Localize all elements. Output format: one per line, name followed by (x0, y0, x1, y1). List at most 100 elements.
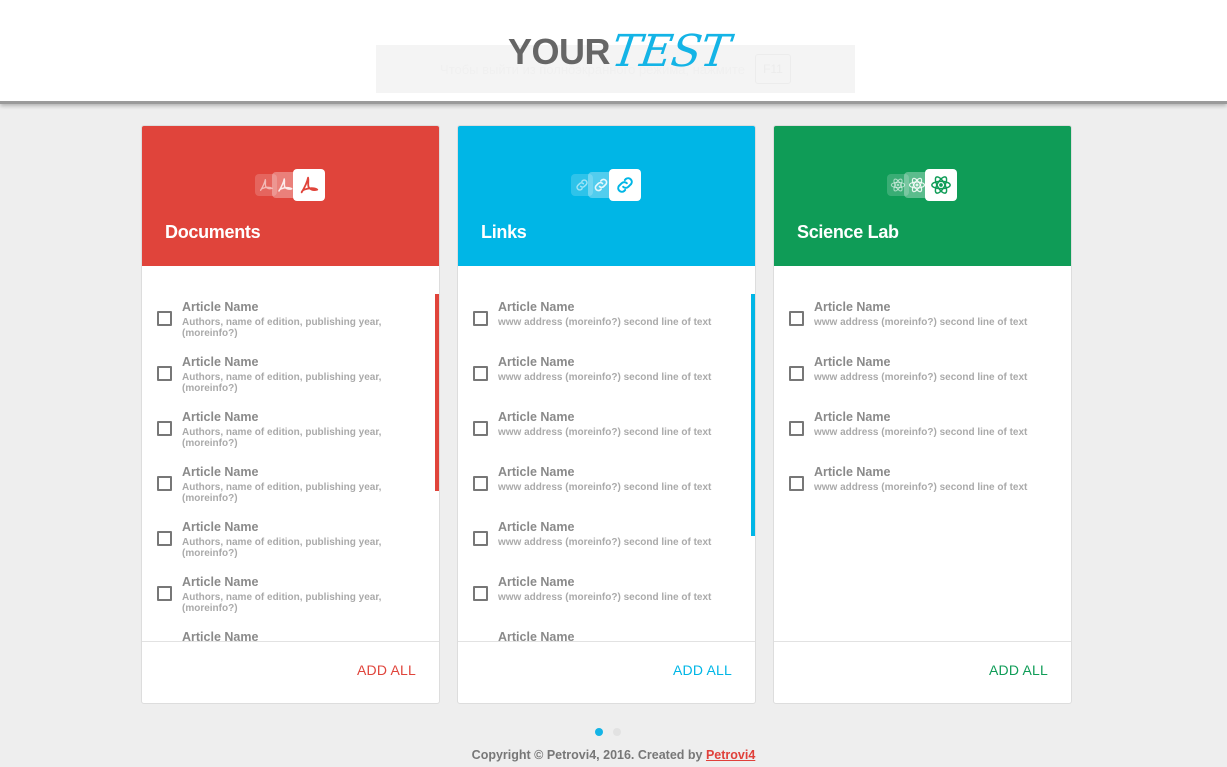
card-links: Links Article Name Article Name www addres… (457, 125, 756, 704)
card-title: Documents (165, 222, 261, 242)
item-title: Article Name (498, 300, 575, 314)
item-subtitle: www address (moreinfo?) second line of t… (814, 372, 1028, 383)
item-title: Article Name (498, 355, 575, 369)
article-list[interactable]: Article Name www address (moreinfo?) seco… (774, 266, 1071, 641)
item-checkbox[interactable] (157, 531, 172, 546)
item-subtitle: Authors, name of edition, publishing yea… (182, 537, 382, 559)
card-footer: ADD ALL (458, 641, 755, 703)
card-header: Science Lab (774, 126, 1071, 266)
item-checkbox[interactable] (473, 586, 488, 601)
card-footer: ADD ALL (774, 641, 1071, 703)
card-science-lab: Science Lab Article Name www address (mor… (773, 125, 1072, 704)
item-checkbox[interactable] (157, 586, 172, 601)
list-item[interactable]: Article Name Authors, name of edition, pu… (157, 300, 412, 350)
link-icon (609, 169, 641, 201)
item-checkbox[interactable] (789, 476, 804, 491)
item-title: Article Name (182, 300, 259, 314)
logo-your: YOUR (508, 31, 611, 72)
item-title: Article Name (814, 410, 891, 424)
item-title: Article Name (182, 630, 259, 641)
list-item[interactable]: Article Name www address (moreinfo?) seco… (473, 300, 728, 350)
atom-icon (925, 169, 957, 201)
pager-dot[interactable] (595, 728, 603, 736)
item-title: Article Name (498, 410, 575, 424)
item-checkbox[interactable] (473, 311, 488, 326)
item-checkbox[interactable] (157, 311, 172, 326)
item-subtitle: www address (moreinfo?) second line of t… (498, 482, 712, 493)
list-item[interactable]: Article Name www address (moreinfo?) seco… (789, 300, 1044, 350)
item-title: Article Name (814, 300, 891, 314)
card-documents: Documents Article Name Article Name Author… (141, 125, 440, 704)
item-subtitle: Authors, name of edition, publishing yea… (182, 372, 382, 394)
scrollbar-thumb[interactable] (751, 294, 755, 536)
item-checkbox[interactable] (473, 366, 488, 381)
item-checkbox[interactable] (473, 421, 488, 436)
item-checkbox[interactable] (157, 421, 172, 436)
list-item[interactable]: Article Name www address (moreinfo?) seco… (789, 410, 1044, 460)
item-title: Article Name (182, 520, 259, 534)
list-item[interactable]: Article Name www address (moreinfo?) seco… (789, 355, 1044, 405)
item-checkbox[interactable] (789, 421, 804, 436)
item-title: Article Name (498, 465, 575, 479)
item-subtitle: www address (moreinfo?) second line of t… (814, 317, 1028, 328)
list-item[interactable]: Article Name Authors, name of edition, pu… (157, 520, 412, 570)
item-subtitle: www address (moreinfo?) second line of t… (498, 427, 712, 438)
carousel-pager (595, 728, 621, 736)
item-title: Article Name (814, 355, 891, 369)
item-checkbox[interactable] (473, 531, 488, 546)
item-subtitle: www address (moreinfo?) second line of t… (498, 537, 712, 548)
footer: Copyright © Petrovi4, 2016. Created by P… (0, 748, 1227, 762)
item-title: Article Name (498, 575, 575, 589)
add-all-button[interactable]: ADD ALL (989, 662, 1048, 678)
item-subtitle: Authors, name of edition, publishing yea… (182, 482, 382, 504)
item-subtitle: www address (moreinfo?) second line of t… (498, 372, 712, 383)
add-all-button[interactable]: ADD ALL (357, 662, 416, 678)
list-item[interactable]: Article Name www address (moreinfo?) seco… (473, 355, 728, 405)
list-item[interactable]: Article Name www address (moreinfo?) seco… (789, 465, 1044, 515)
item-title: Article Name (182, 355, 259, 369)
card-header: Documents (142, 126, 439, 266)
list-item[interactable]: Article Name www address (moreinfo?) seco… (473, 410, 728, 460)
list-item[interactable]: Article Name (473, 630, 728, 641)
logo-test: TEST (608, 26, 733, 77)
item-title: Article Name (498, 630, 575, 641)
add-all-button[interactable]: ADD ALL (673, 662, 732, 678)
footer-author-link[interactable]: Petrovi4 (706, 748, 755, 762)
card-header: Links (458, 126, 755, 266)
item-checkbox[interactable] (789, 366, 804, 381)
pdf-icon (293, 169, 325, 201)
card-title: Links (481, 222, 527, 242)
list-item[interactable]: Article Name Authors, name of edition, pu… (157, 465, 412, 515)
list-item[interactable]: Article Name www address (moreinfo?) seco… (473, 520, 728, 570)
list-item[interactable]: Article Name Authors, name of edition, pu… (157, 575, 412, 625)
item-subtitle: Authors, name of edition, publishing yea… (182, 592, 382, 614)
list-item[interactable]: Article Name (157, 630, 412, 641)
item-checkbox[interactable] (473, 476, 488, 491)
logo[interactable]: YOUR TEST (508, 26, 733, 77)
item-title: Article Name (498, 520, 575, 534)
list-item[interactable]: Article Name Authors, name of edition, pu… (157, 355, 412, 405)
card-icons (571, 168, 651, 202)
scrollbar-thumb[interactable] (435, 294, 439, 491)
fullscreen-notice-key: F11 (754, 54, 791, 84)
item-checkbox[interactable] (789, 311, 804, 326)
item-title: Article Name (814, 465, 891, 479)
card-icons (887, 168, 967, 202)
list-item[interactable]: Article Name www address (moreinfo?) seco… (473, 575, 728, 625)
item-subtitle: www address (moreinfo?) second line of t… (814, 427, 1028, 438)
header: Чтобы выйти из полноэкранного режима, на… (0, 0, 1227, 104)
item-subtitle: www address (moreinfo?) second line of t… (814, 482, 1028, 493)
item-subtitle: www address (moreinfo?) second line of t… (498, 317, 712, 328)
item-title: Article Name (182, 410, 259, 424)
item-checkbox[interactable] (157, 366, 172, 381)
item-subtitle: www address (moreinfo?) second line of t… (498, 592, 712, 603)
list-item[interactable]: Article Name www address (moreinfo?) seco… (473, 465, 728, 515)
list-item[interactable]: Article Name Authors, name of edition, pu… (157, 410, 412, 460)
item-title: Article Name (182, 575, 259, 589)
item-subtitle: Authors, name of edition, publishing yea… (182, 427, 382, 449)
footer-text: Copyright © Petrovi4, 2016. Created by (471, 748, 703, 762)
article-list[interactable]: Article Name Article Name www address (mor… (458, 266, 755, 641)
item-checkbox[interactable] (157, 476, 172, 491)
article-list[interactable]: Article Name Article Name Authors, name of… (142, 266, 439, 641)
pager-dot[interactable] (613, 728, 621, 736)
